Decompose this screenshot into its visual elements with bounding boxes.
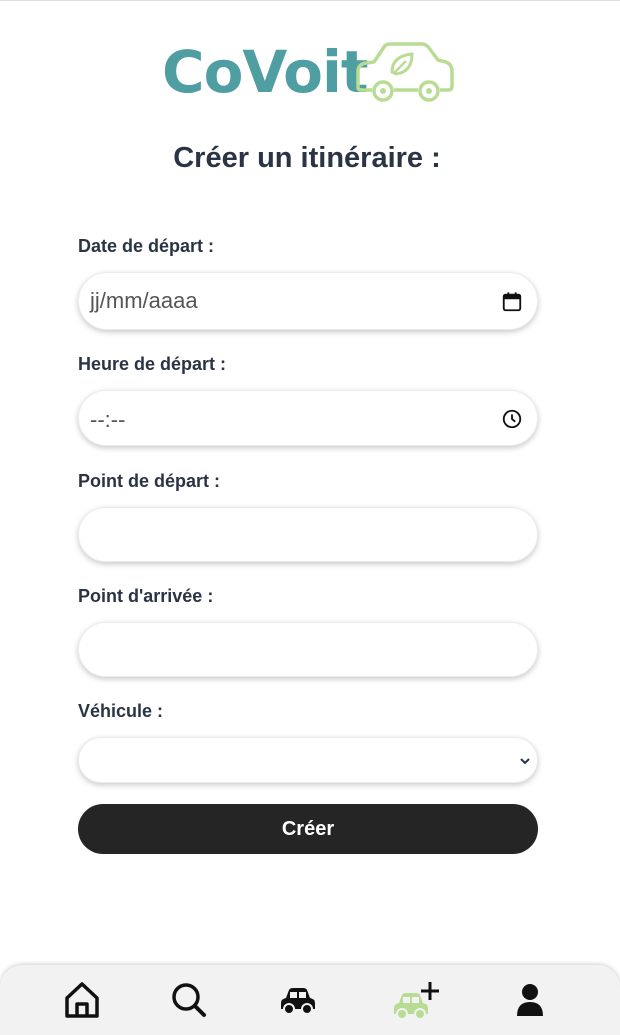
departure-label: Point de départ : xyxy=(78,471,221,491)
nav-profile[interactable] xyxy=(500,965,560,1035)
top-divider xyxy=(0,0,620,1)
bottom-nav xyxy=(0,965,620,1035)
arrival-input[interactable] xyxy=(78,622,538,677)
date-label: Date de départ : xyxy=(78,236,215,256)
nav-search[interactable] xyxy=(159,965,219,1035)
vehicle-select[interactable] xyxy=(78,737,538,783)
chevron-down-icon xyxy=(520,758,530,765)
time-input[interactable]: --:-- xyxy=(78,390,538,446)
user-icon xyxy=(517,984,543,1016)
departure-input[interactable] xyxy=(78,507,538,562)
time-placeholder: --:-- xyxy=(90,407,126,432)
create-button[interactable]: Créer xyxy=(78,804,538,854)
date-input[interactable]: jj/mm/aaaa xyxy=(78,272,538,330)
time-label: Heure de départ : xyxy=(78,354,227,374)
date-placeholder: jj/mm/aaaa xyxy=(90,288,198,313)
car-icon xyxy=(281,988,315,1015)
nav-my-trips[interactable] xyxy=(268,965,328,1035)
car-plus-icon xyxy=(394,982,439,1020)
page-title: Créer un itinéraire : xyxy=(173,142,441,174)
home-icon xyxy=(65,982,99,1018)
search-icon xyxy=(172,983,206,1017)
calendar-icon[interactable] xyxy=(501,291,523,313)
nav-home[interactable] xyxy=(52,965,112,1035)
logo-text: CoVoit xyxy=(162,38,369,106)
arrival-label: Point d'arrivée : xyxy=(78,586,214,606)
logo: CoVoit xyxy=(162,40,462,104)
nav-create-trip[interactable] xyxy=(385,965,445,1035)
vehicle-label: Véhicule : xyxy=(78,701,164,721)
clock-icon[interactable] xyxy=(501,408,523,430)
car-leaf-icon xyxy=(356,42,454,102)
